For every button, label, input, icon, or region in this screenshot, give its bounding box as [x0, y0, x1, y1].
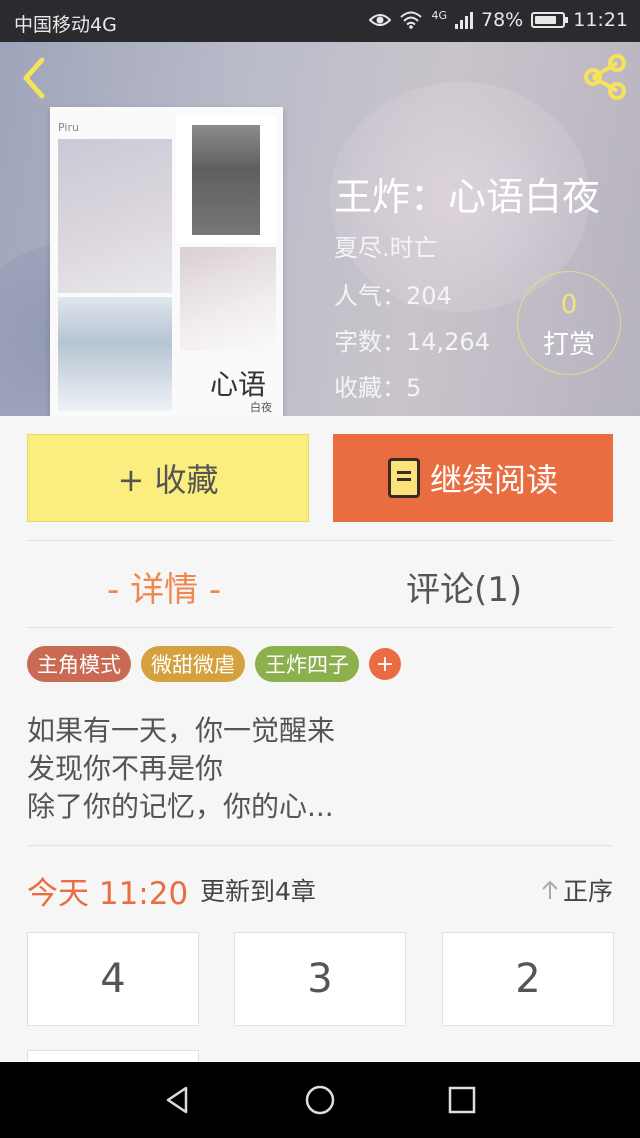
chapter-button[interactable]: 2: [442, 932, 614, 1026]
status-icons: 4G 78% 11:21: [369, 9, 628, 31]
tab-details[interactable]: - 详情 -: [107, 562, 221, 611]
reward-button[interactable]: 0 打赏: [517, 271, 621, 375]
cover-title: 心语: [210, 368, 267, 401]
wifi-icon: [400, 11, 423, 29]
author-name[interactable]: 夏尽.时亡: [334, 228, 438, 263]
tag-chip[interactable]: 微甜微虐: [141, 646, 245, 682]
update-time: 今天 11:20: [27, 876, 189, 912]
tab-comments[interactable]: 评论(1): [406, 562, 522, 611]
popularity-stat: 人气：204: [334, 282, 452, 310]
chevron-left-icon: [23, 57, 45, 99]
sort-order-button[interactable]: 正序: [541, 872, 613, 908]
chapter-button[interactable]: 3: [234, 932, 406, 1026]
network-type-label: 4G: [431, 9, 447, 22]
book-header: Piru 心语 白夜 王炸：心语白夜 夏尽.时亡 人气：204 字数：14,26…: [0, 42, 640, 416]
sort-order-label: 正序: [562, 877, 613, 906]
cover-photo: [58, 297, 172, 411]
share-icon: [584, 54, 626, 100]
cover-photo: [58, 139, 172, 293]
back-button[interactable]: [16, 56, 56, 100]
signal-icon: [455, 11, 473, 29]
circle-home-icon[interactable]: [304, 1084, 336, 1116]
cover-mark: Piru: [58, 121, 79, 134]
reward-count: 0: [560, 290, 578, 320]
divider: [27, 845, 613, 846]
update-text: 更新到4章: [200, 877, 316, 906]
eye-icon: [369, 14, 392, 26]
favorites-stat: 收藏：5: [334, 374, 422, 402]
reward-label: 打赏: [542, 330, 595, 360]
book-icon: [387, 458, 420, 498]
clock: 11:21: [573, 9, 628, 31]
triangle-back-icon[interactable]: [162, 1084, 194, 1116]
book-description[interactable]: 如果有一天，你一觉醒来 发现你不再是你 除了你的记忆，你的心...: [27, 712, 335, 826]
tag-chip[interactable]: 王炸四子: [255, 646, 359, 682]
continue-reading-button[interactable]: 继续阅读: [333, 434, 613, 522]
description-line: 发现你不再是你: [27, 752, 224, 785]
carrier-label: 中国移动4G: [14, 14, 117, 36]
cover-photo: [176, 115, 276, 243]
arrow-up-icon: [542, 880, 558, 899]
system-nav-bar: [0, 1062, 640, 1138]
share-button[interactable]: [580, 52, 630, 102]
word-count-stat: 字数：14,264: [334, 328, 490, 356]
description-line: 除了你的记忆，你的心...: [27, 790, 334, 823]
square-recents-icon[interactable]: [446, 1084, 478, 1116]
battery-percent: 78%: [481, 9, 524, 31]
collect-button[interactable]: + 收藏: [27, 434, 309, 522]
battery-icon: [531, 12, 569, 28]
add-tag-button[interactable]: +: [369, 648, 401, 680]
status-bar: 中国移动4G 4G 78% 11:21: [0, 0, 640, 42]
cover-subtitle: 白夜: [250, 401, 272, 414]
continue-reading-label: 继续阅读: [429, 461, 558, 499]
tag-list: 主角模式 微甜微虐 王炸四子 +: [27, 646, 401, 682]
tag-chip[interactable]: 主角模式: [27, 646, 131, 682]
chapter-button[interactable]: 4: [27, 932, 199, 1026]
cover-photo: [180, 247, 276, 351]
book-title: 王炸：心语白夜: [334, 175, 601, 219]
book-cover[interactable]: Piru 心语 白夜: [50, 107, 283, 416]
divider: [27, 540, 613, 541]
description-line: 如果有一天，你一觉醒来: [27, 714, 336, 747]
divider: [27, 627, 613, 628]
